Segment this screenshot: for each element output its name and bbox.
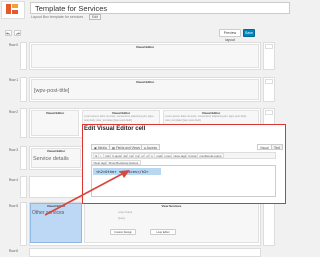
access-button[interactable]: ● Access (141, 144, 160, 150)
row-label: Row 2 (9, 110, 19, 114)
tab-text[interactable]: Text (271, 144, 283, 150)
toolset-logo-icon (6, 4, 18, 14)
template-title-input[interactable]: Template for Services (30, 2, 290, 14)
save-button[interactable]: Save (243, 29, 255, 37)
tab-visual[interactable]: Visual (257, 144, 272, 150)
undo-button[interactable] (5, 30, 12, 36)
row-label: Row 6 (9, 249, 19, 253)
row-label: Row 5 (9, 204, 19, 208)
format-button-conditional-output[interactable]: conditional output (197, 153, 224, 158)
redo-button[interactable] (14, 30, 21, 36)
row-drag-handle[interactable] (20, 108, 27, 138)
access-icon: ● (144, 146, 146, 150)
preview-layout-button[interactable]: Preview layout (219, 29, 241, 42)
row-settings-button[interactable] (265, 79, 273, 84)
row-drag-handle[interactable] (20, 202, 27, 246)
row-label: Row 0 (9, 43, 19, 47)
cell-title: Visual Editor (135, 45, 155, 49)
arrow-annotation-icon (44, 170, 130, 216)
media-icon: ▣ (94, 146, 98, 150)
loop-editor-button[interactable]: Loop Editor (150, 229, 176, 235)
row-label: Row 1 (9, 78, 19, 82)
cell-title: Visual Editor (45, 111, 65, 115)
cell-title: Visual Editor (46, 149, 66, 153)
cell-title: Visual Editor (135, 80, 155, 84)
row-6 (29, 248, 261, 257)
dialog-title: Edit Visual Editor cell (84, 126, 146, 132)
media-button[interactable]: ▣ Media (91, 144, 110, 150)
template-subtitle: Layout Box template for services (31, 15, 84, 19)
row-drag-handle[interactable] (20, 77, 27, 102)
custom-design-button[interactable]: Custom Design (110, 229, 136, 235)
row-label: Row 3 (9, 148, 19, 152)
row-settings-button[interactable] (265, 44, 273, 49)
undo-icon (6, 31, 10, 35)
row-actions (263, 202, 275, 246)
row-drag-handle[interactable] (20, 146, 27, 170)
row-label: Row 4 (9, 178, 19, 182)
post-title-shortcode: [wpv-post-title] (34, 88, 70, 94)
row-drag-handle[interactable] (20, 176, 27, 198)
fields-and-views-button[interactable]: ▦ Fields and Views (109, 144, 143, 150)
row-drag-handle[interactable] (20, 42, 27, 70)
redo-icon (16, 31, 20, 35)
fields-icon: ▦ (112, 146, 116, 150)
edit-subtitle-button[interactable]: Edit (89, 14, 101, 20)
row-settings-button[interactable] (265, 110, 273, 115)
